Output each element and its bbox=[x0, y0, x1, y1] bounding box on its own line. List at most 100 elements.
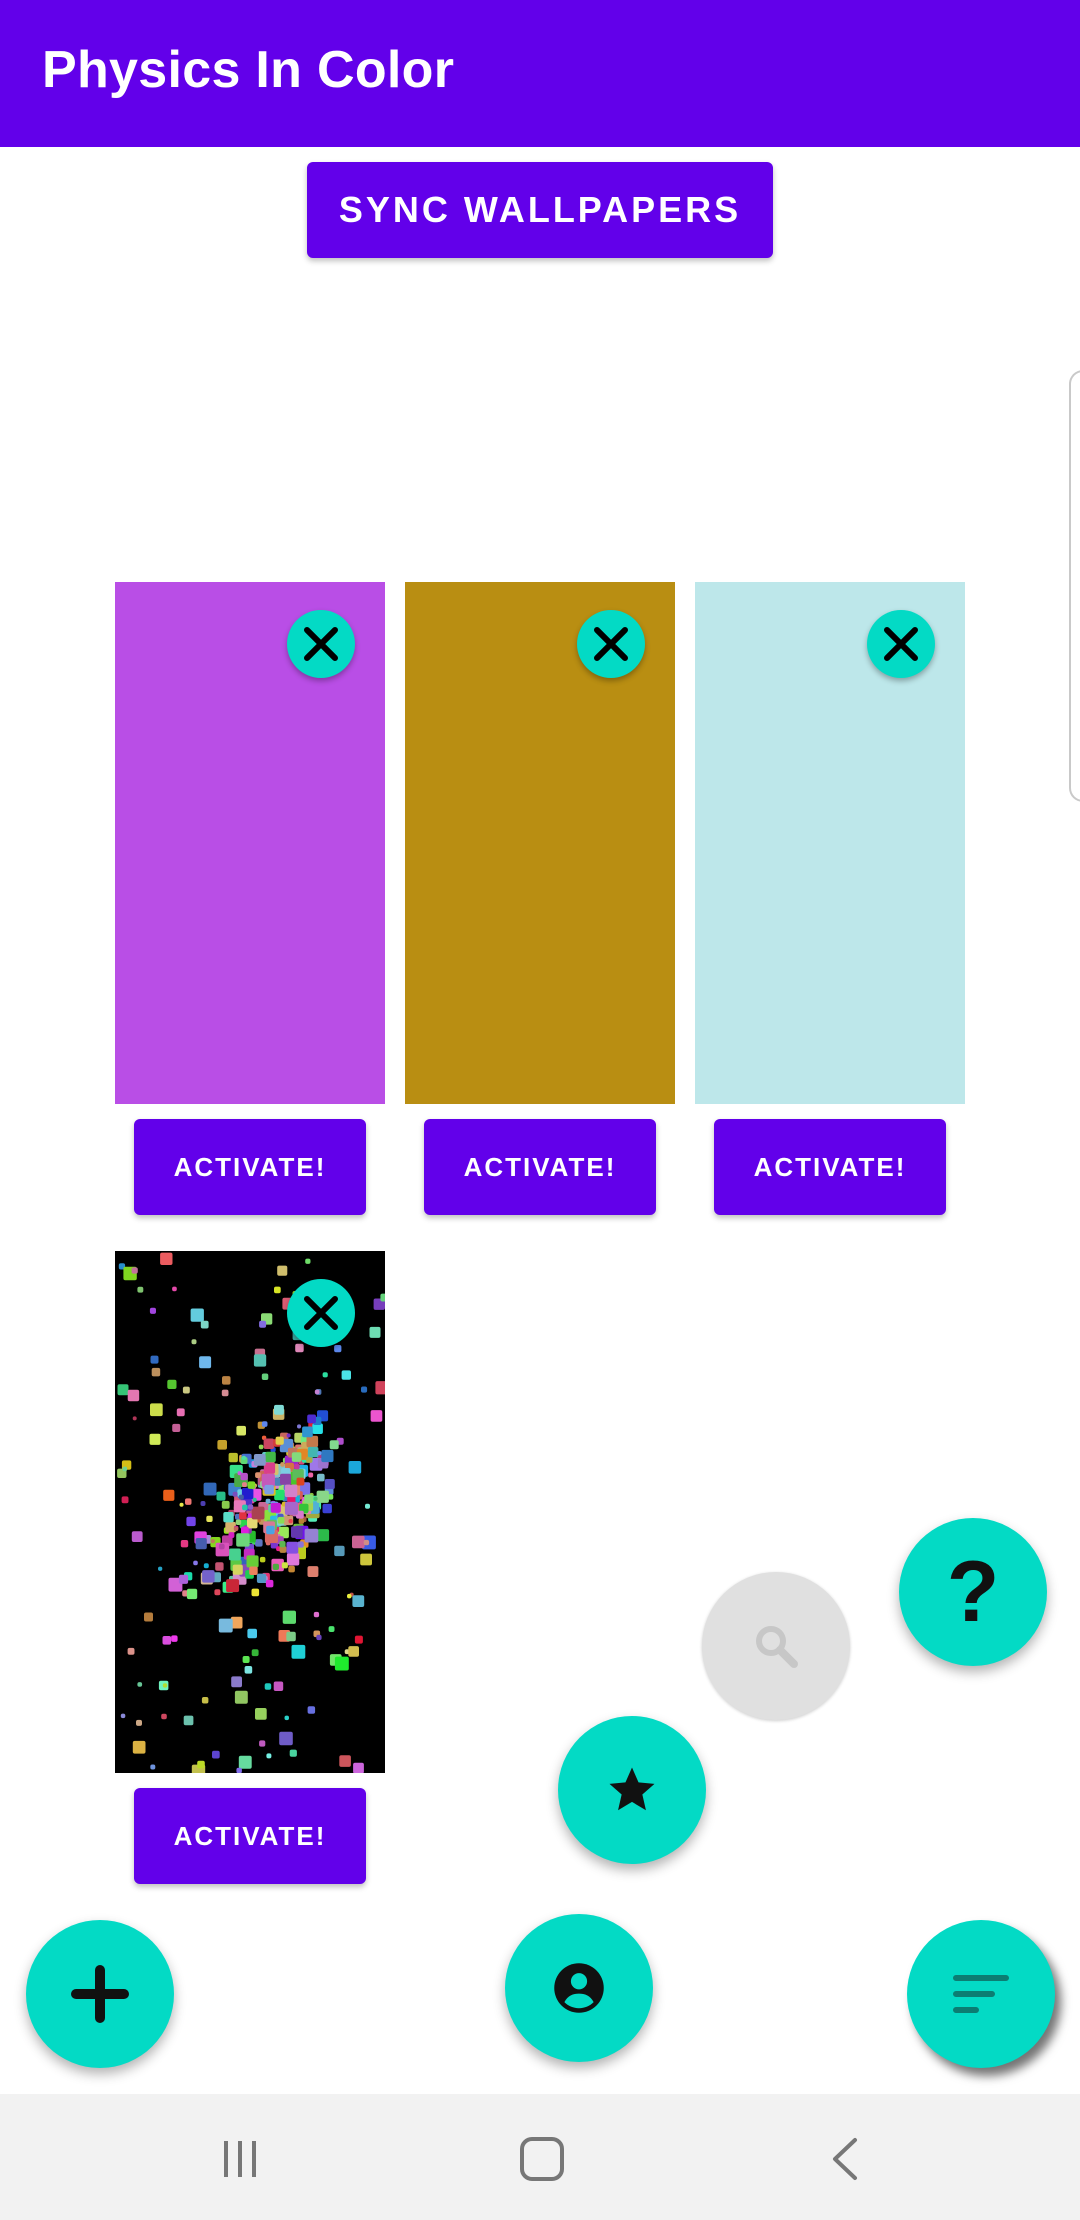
particle bbox=[270, 1502, 281, 1513]
remove-wallpaper-button[interactable] bbox=[287, 610, 355, 678]
particle bbox=[256, 1573, 267, 1583]
particle bbox=[236, 1767, 242, 1773]
particle bbox=[304, 1528, 319, 1543]
particle bbox=[313, 1496, 318, 1501]
particle bbox=[228, 1548, 241, 1561]
particle bbox=[255, 1472, 261, 1478]
particle bbox=[235, 1519, 242, 1525]
particle bbox=[369, 1326, 381, 1338]
activate-button-3[interactable]: ACTIVATE! bbox=[714, 1119, 946, 1215]
particle bbox=[202, 1570, 215, 1583]
add-wallpaper-button[interactable] bbox=[26, 1920, 174, 2068]
recent-apps-button[interactable] bbox=[205, 2124, 275, 2194]
particle bbox=[167, 1379, 177, 1389]
particle bbox=[354, 1635, 363, 1644]
particle bbox=[222, 1376, 231, 1385]
particle bbox=[360, 1553, 372, 1566]
particle bbox=[182, 1386, 190, 1394]
system-navigation-bar bbox=[0, 2094, 1080, 2220]
edge-panel-handle[interactable] bbox=[1069, 370, 1080, 802]
particle bbox=[329, 1440, 339, 1450]
particle bbox=[255, 1708, 267, 1720]
particle bbox=[259, 1556, 266, 1563]
sort-button[interactable] bbox=[907, 1920, 1055, 2068]
particle bbox=[195, 1538, 207, 1550]
particle bbox=[212, 1750, 220, 1759]
particle bbox=[280, 1462, 285, 1467]
wallpaper-preview-2[interactable] bbox=[405, 582, 675, 1104]
home-button[interactable] bbox=[507, 2124, 577, 2194]
wallpaper-preview-1[interactable] bbox=[115, 582, 385, 1104]
particle bbox=[286, 1553, 300, 1566]
remove-wallpaper-button[interactable] bbox=[287, 1279, 355, 1347]
particle bbox=[132, 1740, 146, 1754]
particle bbox=[160, 1252, 173, 1265]
app-bar: Physics In Color bbox=[0, 0, 1080, 147]
particle bbox=[322, 1503, 332, 1514]
particle bbox=[223, 1512, 234, 1523]
sync-wallpapers-button[interactable]: SYNC WALLPAPERS bbox=[307, 162, 773, 258]
remove-wallpaper-button[interactable] bbox=[867, 610, 935, 678]
particle bbox=[305, 1258, 311, 1264]
particle bbox=[246, 1555, 259, 1568]
particle bbox=[162, 1683, 168, 1688]
particle bbox=[120, 1713, 126, 1719]
particle bbox=[277, 1516, 285, 1524]
particle bbox=[317, 1451, 322, 1456]
particle bbox=[259, 1740, 266, 1747]
particle bbox=[288, 1519, 293, 1524]
particle bbox=[242, 1656, 250, 1663]
activate-button-2[interactable]: ACTIVATE! bbox=[424, 1119, 656, 1215]
search-button[interactable] bbox=[702, 1572, 850, 1720]
particle bbox=[171, 1635, 178, 1642]
particle bbox=[264, 1484, 274, 1495]
particle bbox=[317, 1473, 325, 1482]
activate-button-4[interactable]: ACTIVATE! bbox=[134, 1788, 366, 1884]
particle bbox=[375, 1381, 385, 1395]
remove-wallpaper-button[interactable] bbox=[577, 610, 645, 678]
particle bbox=[186, 1588, 198, 1600]
particle bbox=[295, 1343, 304, 1353]
plus-icon bbox=[71, 1965, 129, 2023]
particle bbox=[284, 1715, 289, 1721]
particle bbox=[228, 1452, 238, 1463]
wallpaper-preview-4[interactable] bbox=[115, 1251, 385, 1773]
profile-button[interactable] bbox=[505, 1914, 653, 2062]
particle bbox=[127, 1389, 140, 1402]
wallpaper-preview-3[interactable] bbox=[695, 582, 965, 1104]
particle bbox=[265, 1451, 276, 1463]
particle bbox=[218, 1618, 233, 1633]
particle bbox=[253, 1354, 267, 1367]
particle bbox=[279, 1731, 293, 1746]
particle bbox=[217, 1440, 227, 1450]
particle bbox=[314, 1389, 320, 1395]
particle bbox=[273, 1681, 284, 1691]
particle bbox=[251, 1649, 259, 1657]
particle bbox=[150, 1764, 156, 1770]
particle bbox=[162, 1636, 172, 1645]
particle bbox=[380, 1293, 385, 1302]
particle bbox=[137, 1286, 144, 1293]
particle bbox=[203, 1563, 209, 1569]
close-icon bbox=[304, 627, 338, 661]
particle bbox=[306, 1456, 313, 1463]
help-button[interactable]: ? bbox=[899, 1518, 1047, 1666]
particle bbox=[180, 1540, 189, 1548]
particle bbox=[185, 1498, 192, 1505]
activate-button-1[interactable]: ACTIVATE! bbox=[134, 1119, 366, 1215]
particle bbox=[363, 1539, 370, 1546]
particle bbox=[214, 1589, 221, 1596]
particle bbox=[266, 1753, 272, 1759]
particle bbox=[206, 1515, 213, 1522]
back-button[interactable] bbox=[810, 2124, 880, 2194]
particle bbox=[203, 1482, 217, 1496]
particle bbox=[200, 1501, 206, 1506]
favorites-button[interactable] bbox=[558, 1716, 706, 1864]
particle bbox=[136, 1719, 142, 1726]
particle bbox=[231, 1676, 242, 1688]
particle bbox=[151, 1367, 161, 1377]
particle bbox=[289, 1749, 297, 1757]
particle bbox=[247, 1517, 258, 1529]
particle bbox=[121, 1496, 129, 1504]
particle bbox=[247, 1481, 256, 1489]
